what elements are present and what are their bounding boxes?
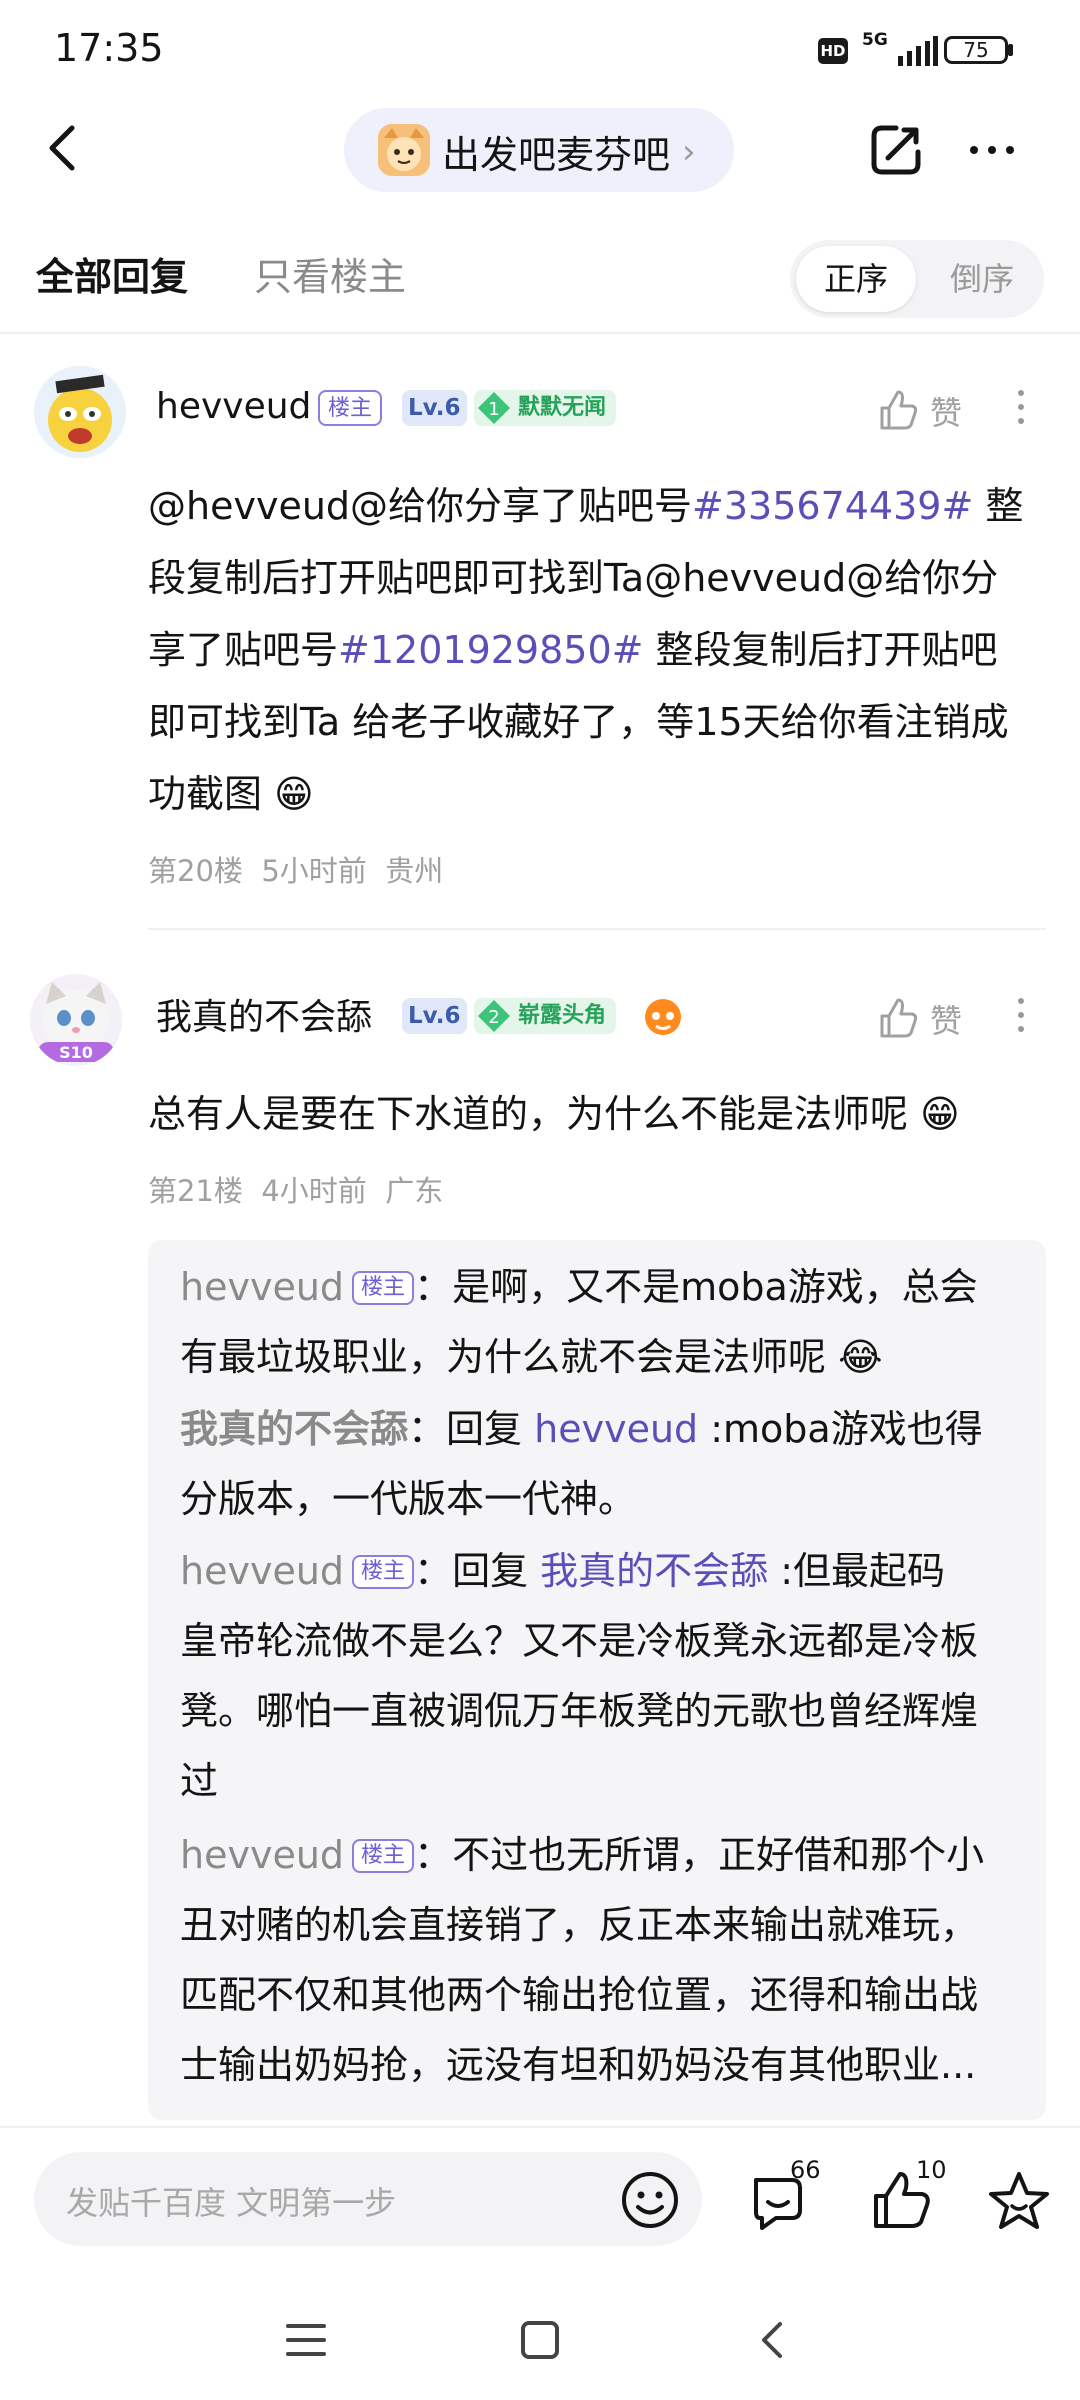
status-bar: 17:35 HD 5G 75	[0, 0, 1080, 100]
op-badge: 楼主	[352, 1271, 415, 1305]
order-asc-button[interactable]: 正序	[796, 246, 916, 312]
level-badge: Lv.6	[402, 998, 467, 1034]
forum-name[interactable]: 出发吧麦芬吧	[442, 124, 670, 179]
like-label: 赞	[930, 1002, 963, 1040]
post-body-line: 享了贴吧号#1201929850# 整段复制后打开贴吧	[148, 628, 998, 672]
post-time: 5小时前	[261, 854, 367, 888]
post-body-line: 段复制后打开贴吧即可找到Ta@hevveud@给你分	[148, 556, 999, 600]
chevron-right-icon: ›	[682, 132, 696, 172]
floor-number: 第21楼	[148, 1174, 243, 1208]
floor-number: 第20楼	[148, 854, 243, 888]
order-desc-button[interactable]: 倒序	[930, 246, 1034, 312]
op-badge: 楼主	[352, 1555, 415, 1589]
star-icon[interactable]	[984, 2166, 1054, 2236]
signal-icon	[898, 36, 938, 66]
rank-number: 1	[488, 399, 499, 420]
divider	[148, 928, 1046, 930]
kebab-icon[interactable]	[1016, 998, 1026, 1040]
status-time: 17:35	[54, 26, 164, 70]
hd-icon: HD	[818, 38, 848, 64]
post-meta: 第20楼 5小时前 贵州	[148, 848, 443, 890]
reply-count: 66	[790, 2156, 821, 2184]
mention-link: 我真的不会舔	[540, 1549, 769, 1593]
post-location: 贵州	[385, 854, 444, 888]
emoji-icon[interactable]	[618, 2168, 682, 2232]
more-icon[interactable]	[962, 120, 1022, 180]
avatar-badge: S10	[59, 1043, 93, 1062]
sub-reply[interactable]: hevveud 楼主 ：是啊，又不是moba游戏，总会 有最垃圾职业，为什么就不会是…	[180, 1252, 1010, 1392]
op-badge: 楼主	[318, 390, 383, 426]
sub-reply[interactable]: hevveud 楼主 ：不过也无所谓，正好借和那个小 丑对赌的机会直接销了，反正本来…	[180, 1820, 1010, 2100]
system-nav-bar	[0, 2280, 1080, 2400]
op-badge: 楼主	[352, 1839, 415, 1873]
divider	[0, 332, 1080, 334]
reply-username: hevveud	[180, 1265, 345, 1309]
game-badge-icon	[645, 999, 681, 1035]
post-body-line: 即可找到Ta 给老子收藏好了，等15天给你看注销成	[148, 700, 1009, 744]
kebab-icon[interactable]	[1016, 390, 1026, 432]
like-button[interactable]: 赞	[876, 994, 976, 1044]
level-badge: Lv.6	[402, 390, 467, 426]
network-label: 5G	[862, 30, 888, 50]
hashtag-link[interactable]: #335674439#	[692, 484, 973, 528]
rank-gem-icon: 2	[478, 1000, 510, 1032]
like-button[interactable]: 赞	[876, 386, 976, 436]
post-time: 4小时前	[261, 1174, 367, 1208]
post-body-line: @hevveud@给你分享了贴吧号#335674439# 整	[148, 484, 1024, 528]
like-icon	[880, 998, 918, 1038]
mention-link: hevveud	[534, 1407, 699, 1451]
reply-username: hevveud	[180, 1833, 345, 1877]
home-icon[interactable]	[518, 2318, 562, 2362]
forum-avatar	[378, 124, 430, 176]
rank-number: 2	[488, 1007, 499, 1028]
nav-back-icon[interactable]	[752, 2318, 796, 2362]
post-location: 广东	[385, 1174, 444, 1208]
post-username[interactable]: 我真的不会舔	[156, 988, 372, 1040]
share-icon[interactable]	[866, 120, 926, 180]
post-body: 总有人是要在下水道的，为什么不能是法师呢 😁	[148, 1092, 960, 1136]
avatar[interactable]: S10	[30, 974, 122, 1066]
like-count: 10	[916, 2156, 947, 2184]
reply-username: hevveud	[180, 1549, 345, 1593]
menu-icon[interactable]	[284, 2318, 328, 2362]
back-icon[interactable]	[40, 118, 90, 178]
avatar[interactable]	[34, 366, 126, 458]
post-body-line: 功截图 😁	[148, 772, 314, 816]
comment-placeholder[interactable]: 发贴千百度 文明第一步	[66, 2178, 396, 2224]
tab-op-only[interactable]: 只看楼主	[254, 246, 406, 301]
post-username[interactable]: hevveud	[156, 386, 311, 427]
battery-icon: 75	[944, 36, 1008, 64]
post-meta: 第21楼 4小时前 广东	[148, 1168, 443, 1210]
hashtag-link[interactable]: #1201929850#	[338, 628, 643, 672]
battery-tip	[1008, 44, 1013, 56]
like-icon	[880, 390, 918, 430]
rank-gem-icon: 1	[478, 392, 510, 424]
tab-all-replies[interactable]: 全部回复	[36, 246, 188, 301]
post-body: @hevveud@给你分享了贴吧号#335674439# 整 段复制后打开贴吧即…	[148, 470, 1048, 830]
sub-reply[interactable]: 我真的不会舔：回复 hevveud :moba游戏也得 分版本，一代版本一代神。	[180, 1394, 1010, 1534]
reply-username: 我真的不会舔	[180, 1407, 409, 1451]
like-label: 赞	[930, 394, 963, 432]
sub-reply[interactable]: hevveud 楼主 ：回复 我真的不会舔 :但最起码 皇帝轮流做不是么？又不是冷板…	[180, 1536, 1010, 1816]
